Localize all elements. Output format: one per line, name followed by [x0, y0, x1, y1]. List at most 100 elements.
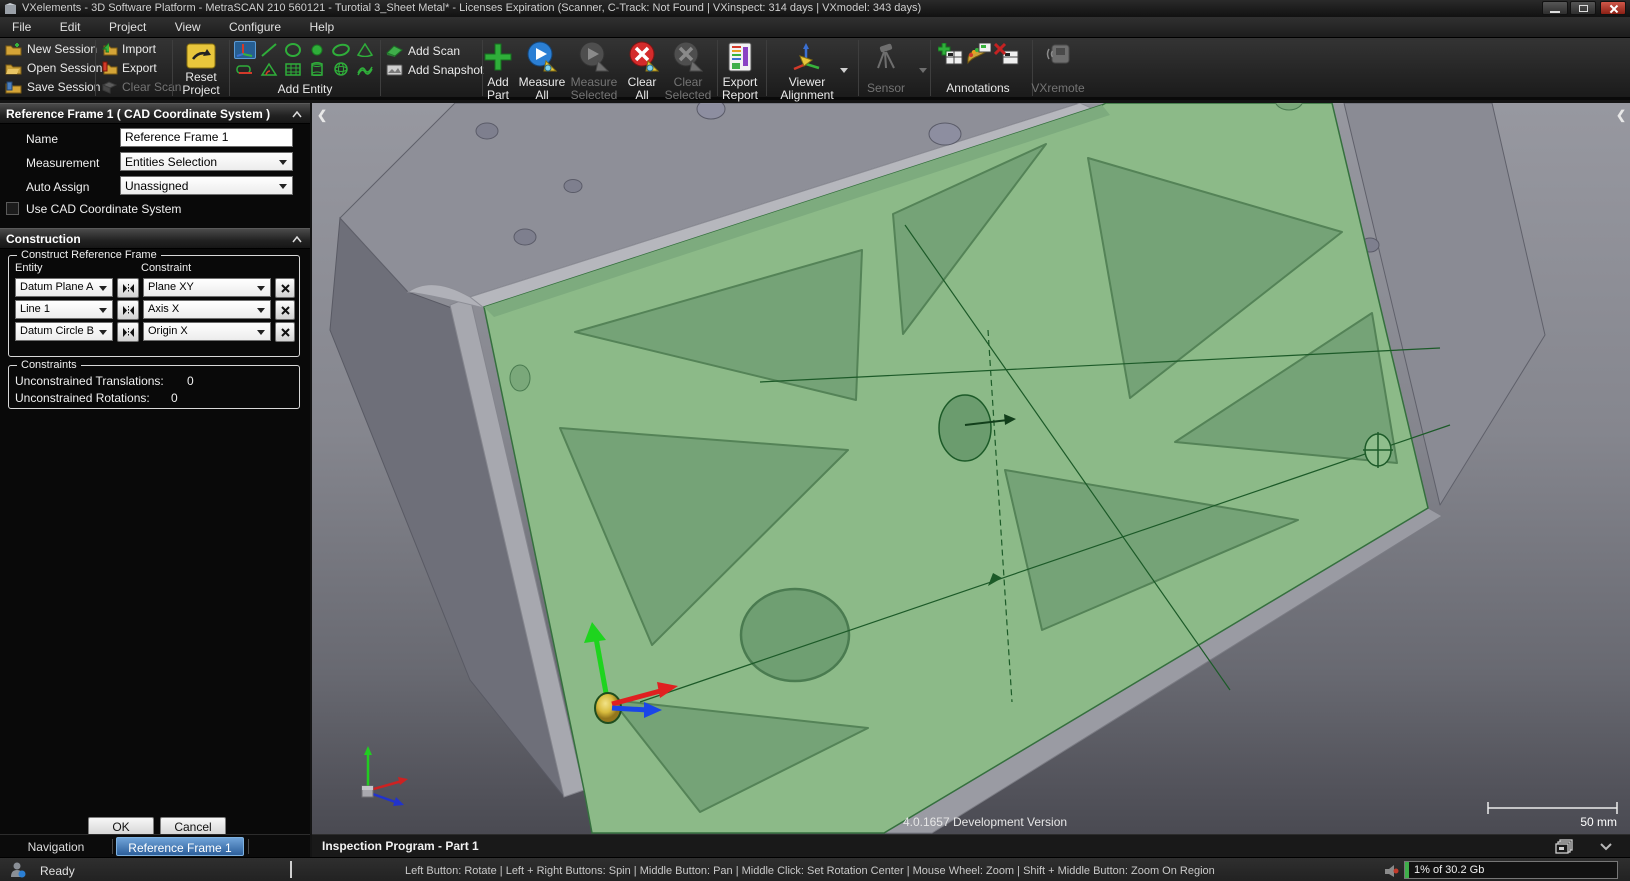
cascade-windows-icon[interactable] — [1555, 839, 1573, 854]
entity-select-row2[interactable]: Line 1 — [15, 300, 113, 319]
close-button[interactable] — [1600, 1, 1626, 15]
tab-reference-frame-1[interactable]: Reference Frame 1 — [116, 837, 244, 856]
add-slot-tool[interactable] — [234, 60, 256, 78]
line-icon — [261, 43, 277, 57]
panel-header[interactable]: Reference Frame 1 ( CAD Coordinate Syste… — [0, 103, 310, 124]
add-circle-tool[interactable] — [282, 41, 304, 59]
add-cylinder-tool[interactable] — [306, 60, 328, 78]
name-field-label: Name — [26, 132, 59, 146]
add-snapshot-button[interactable]: Add Snapshot — [408, 63, 483, 77]
collapse-left-panel-icon[interactable]: ❮ — [317, 108, 327, 122]
export-report-button-line2[interactable]: Report — [714, 88, 766, 102]
3d-viewport[interactable]: ❮ ❮ 4.0.1657 Development Version 50 mm — [312, 103, 1630, 834]
add-plane-tool[interactable] — [282, 60, 304, 78]
collapse-right-panel-icon[interactable]: ❮ — [1616, 108, 1626, 122]
measure-all-button[interactable]: Measure — [515, 75, 569, 89]
entity-select-row1[interactable]: Datum Plane A — [15, 278, 113, 297]
clear-all-button-line2[interactable]: All — [618, 88, 666, 102]
name-input[interactable]: Reference Frame 1 — [120, 128, 293, 147]
flip-direction-button-row3[interactable] — [117, 322, 139, 342]
viewer-alignment-button-line2[interactable]: Alignment — [776, 88, 838, 102]
scale-label: 50 mm — [1580, 815, 1617, 829]
add-surface-tool[interactable] — [354, 60, 376, 78]
remove-icon — [280, 327, 290, 337]
measure-all-button-line2[interactable]: All — [515, 88, 569, 102]
new-session-button[interactable]: New Session — [27, 42, 97, 56]
toolbar-separator — [95, 40, 96, 96]
reset-project-button-line2[interactable]: Project — [176, 83, 226, 97]
dropdown-arrow-icon — [99, 308, 107, 313]
reset-project-button[interactable]: Reset — [176, 70, 226, 84]
flip-direction-button-row1[interactable] — [117, 278, 139, 298]
entity-value: Datum Plane A — [20, 281, 94, 293]
ellipse-icon — [332, 43, 350, 57]
entity-select-row3[interactable]: Datum Circle B — [15, 322, 113, 341]
memory-usage-gauge: 1% of 30.2 Gb — [1404, 861, 1618, 879]
maximize-button[interactable] — [1570, 1, 1596, 15]
viewer-alignment-dropdown-icon[interactable] — [840, 68, 848, 73]
constraint-select-row2[interactable]: Axis X — [143, 300, 271, 319]
chevron-down-icon[interactable] — [1600, 843, 1612, 851]
open-session-button[interactable]: Open Session — [27, 61, 102, 75]
cylinder-icon — [311, 62, 323, 76]
tab-navigation[interactable]: Navigation — [2, 837, 110, 856]
add-scan-button[interactable]: Add Scan — [408, 44, 460, 58]
auto-assign-select[interactable]: Unassigned — [120, 176, 293, 195]
clear-all-button[interactable]: Clear — [618, 75, 666, 89]
flip-direction-button-row2[interactable] — [117, 300, 139, 320]
import-icon — [101, 42, 118, 56]
remove-icon — [280, 283, 290, 293]
measure-selected-button-line2: Selected — [570, 88, 618, 102]
add-ellipse-tool[interactable] — [330, 41, 352, 59]
construction-section-header[interactable]: Construction — [0, 228, 310, 249]
remove-row-button-row1[interactable] — [275, 278, 295, 298]
window-title: VXelements - 3D Software Platform - Metr… — [22, 2, 922, 14]
menu-project[interactable]: Project — [97, 17, 158, 34]
entity-value: Datum Circle B — [20, 325, 94, 337]
dropdown-arrow-icon — [257, 330, 265, 335]
add-point-tool[interactable] — [306, 41, 328, 59]
collapse-chevron-icon[interactable] — [292, 236, 302, 243]
measure-selected-button: Measure — [570, 75, 618, 89]
collapse-chevron-icon[interactable] — [292, 111, 302, 118]
measurement-select[interactable]: Entities Selection — [120, 152, 293, 171]
menu-view[interactable]: View — [163, 17, 213, 34]
3d-part-rendering — [329, 103, 1618, 834]
clear-all-icon — [629, 41, 660, 72]
menu-bar: File Edit Project View Configure Help — [0, 17, 1630, 38]
point-icon — [311, 44, 323, 56]
export-report-button[interactable]: Export — [714, 75, 766, 89]
add-line-tool[interactable] — [258, 41, 280, 59]
sensor-dropdown-icon — [919, 68, 927, 73]
menu-file[interactable]: File — [0, 17, 43, 34]
viewer-alignment-button[interactable]: Viewer — [776, 75, 838, 89]
constraint-value: Plane XY — [148, 281, 194, 293]
dropdown-arrow-icon — [257, 308, 265, 313]
import-button[interactable]: Import — [122, 42, 156, 56]
menu-edit[interactable]: Edit — [48, 17, 93, 34]
minimize-button[interactable] — [1542, 1, 1568, 15]
use-cad-coordinate-checkbox[interactable] — [6, 202, 19, 215]
view-orientation-triad — [361, 746, 408, 806]
add-snapshot-icon — [386, 64, 403, 76]
menu-help[interactable]: Help — [297, 17, 346, 34]
unconstrained-rotations-label: Unconstrained Rotations: — [15, 391, 150, 405]
export-button[interactable]: Export — [122, 61, 157, 75]
remove-row-button-row3[interactable] — [275, 322, 295, 342]
vxremote-icon — [1046, 44, 1070, 64]
add-sphere-tool[interactable] — [330, 60, 352, 78]
menu-configure[interactable]: Configure — [217, 17, 293, 34]
save-session-button[interactable]: Save Session — [27, 80, 100, 94]
unconstrained-translations-value: 0 — [187, 374, 194, 388]
add-coordinate-system-tool[interactable] — [234, 41, 256, 59]
tab-separator — [248, 839, 249, 854]
flip-icon — [122, 283, 134, 293]
remove-row-button-row2[interactable] — [275, 300, 295, 320]
construct-reference-frame-group: Construct Reference Frame Entity Constra… — [8, 249, 300, 357]
add-cone-tool[interactable] — [354, 41, 376, 59]
constraint-select-row3[interactable]: Origin X — [143, 322, 271, 341]
title-bar: VXelements - 3D Software Platform - Metr… — [0, 0, 1630, 17]
constraint-select-row1[interactable]: Plane XY — [143, 278, 271, 297]
add-angle-tool[interactable] — [258, 60, 280, 78]
measure-selected-icon — [579, 41, 610, 72]
